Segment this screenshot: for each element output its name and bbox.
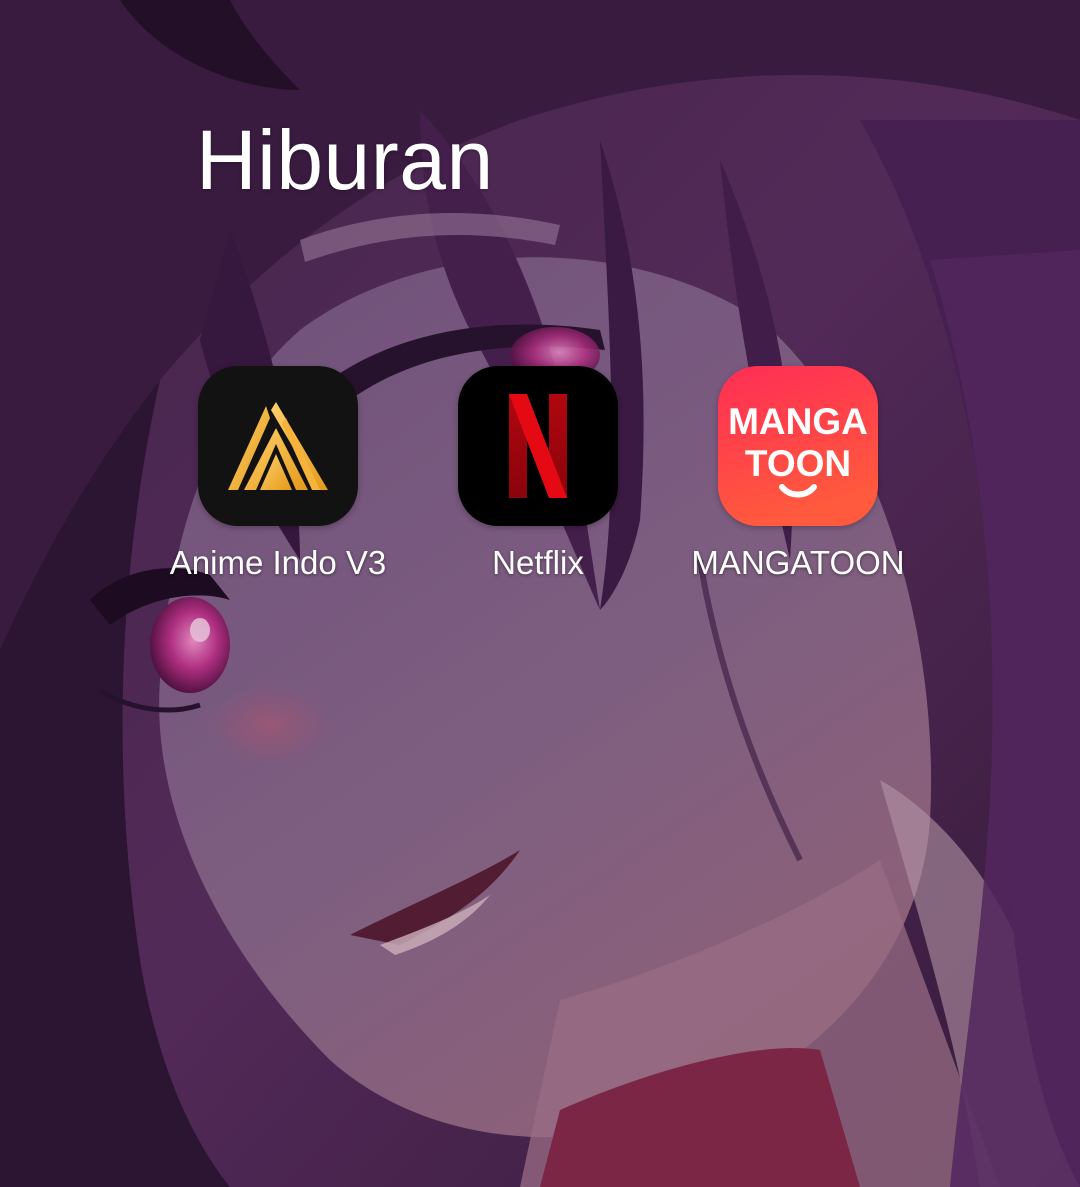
mangatoon-icon-text-1: MANGA <box>728 401 868 442</box>
app-anime-indo-v3[interactable]: Anime Indo V3 <box>158 366 398 583</box>
app-label: Netflix <box>492 544 584 581</box>
app-label: MANGATOON <box>691 544 905 581</box>
folder-title[interactable]: Hiburan <box>196 110 494 210</box>
anime-indo-logo-icon[interactable] <box>198 366 358 526</box>
app-label: Anime Indo V3 <box>169 544 387 581</box>
wallpaper-image <box>0 0 1080 1187</box>
app-netflix[interactable]: Netflix <box>418 366 658 583</box>
mangatoon-icon-text-2: TOON <box>745 443 851 484</box>
netflix-logo-icon[interactable] <box>458 366 618 526</box>
app-mangatoon[interactable]: MANGA TOON MANGATOON <box>678 366 918 583</box>
mangatoon-logo-icon[interactable]: MANGA TOON <box>718 366 878 526</box>
